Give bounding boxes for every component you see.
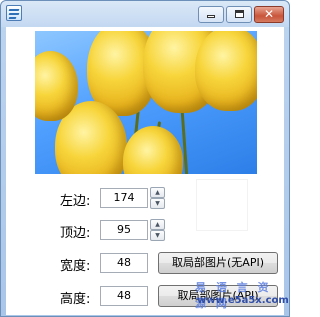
width-input[interactable]: 48 <box>100 253 148 273</box>
top-label: 顶边: <box>60 226 91 241</box>
spin-up-icon[interactable]: ▲ <box>150 219 165 230</box>
title-bar[interactable]: ✕ <box>1 1 289 27</box>
close-button[interactable]: ✕ <box>254 6 284 23</box>
height-label: 高度: <box>60 292 91 307</box>
app-icon <box>6 5 22 21</box>
minimize-button[interactable] <box>198 6 224 23</box>
left-label: 左边: <box>60 194 91 209</box>
left-spinner[interactable]: ▲ ▼ <box>150 187 165 209</box>
left-input[interactable]: 174 <box>100 188 148 208</box>
crop-no-api-button[interactable]: 取局部图片(无API) <box>158 252 278 274</box>
tulip-picture <box>35 31 257 174</box>
width-label: 宽度: <box>60 259 91 274</box>
app-window: ✕ 左边: 174 ▲ ▼ 顶边: 95 ▲ ▼ 宽度: 48 取局部图片(无A… <box>0 0 290 317</box>
height-input[interactable]: 48 <box>100 286 148 306</box>
spin-down-icon[interactable]: ▼ <box>150 230 165 241</box>
client-area: 左边: 174 ▲ ▼ 顶边: 95 ▲ ▼ 宽度: 48 取局部图片(无API… <box>6 27 284 315</box>
top-spinner[interactable]: ▲ ▼ <box>150 219 165 241</box>
spin-up-icon[interactable]: ▲ <box>150 187 165 198</box>
crop-api-button[interactable]: 取局部图片(API) <box>158 285 278 307</box>
top-input[interactable]: 95 <box>100 220 148 240</box>
maximize-button[interactable] <box>226 6 252 23</box>
spin-down-icon[interactable]: ▼ <box>150 198 165 209</box>
minimize-icon <box>207 15 215 18</box>
maximize-icon <box>235 10 244 18</box>
preview-box <box>196 179 248 231</box>
close-icon: ✕ <box>263 7 275 21</box>
